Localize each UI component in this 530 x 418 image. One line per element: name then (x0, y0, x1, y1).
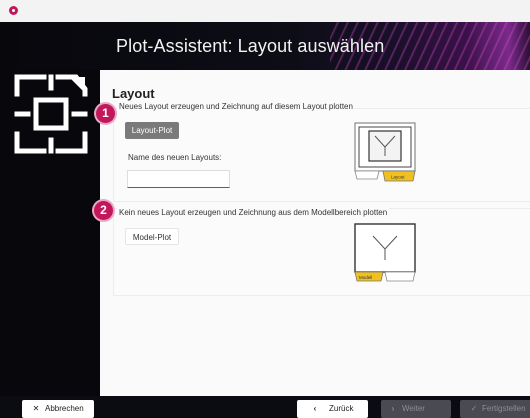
layout-frame-icon (14, 74, 88, 154)
chevron-left-icon: ‹ (313, 404, 317, 413)
close-icon: ✕ (32, 404, 40, 413)
model-space-group-legend: Kein neues Layout erzeugen und Zeichnung… (117, 208, 390, 217)
back-button-label: Zurück (329, 404, 354, 413)
app-logo-icon (9, 6, 18, 15)
next-button-label: Weiter (402, 404, 425, 413)
layout-preview-tab-label: Layout (391, 175, 405, 180)
new-layout-group-legend: Neues Layout erzeugen und Zeichnung auf … (117, 102, 355, 111)
layout-preview-image: Layout (354, 122, 416, 182)
back-button[interactable]: ‹ Zurück (297, 400, 368, 418)
model-plot-button[interactable]: Model-Plot (125, 228, 179, 245)
section-title: Layout (112, 86, 155, 101)
checkmark-icon: ✓ (470, 404, 478, 413)
model-preview-tab-label: Modell (359, 275, 372, 280)
new-layout-name-label: Name des neuen Layouts: (128, 153, 222, 162)
next-button[interactable]: › Weiter (381, 400, 451, 418)
page-title: Plot-Assistent: Layout auswählen (116, 36, 385, 56)
layout-plot-button[interactable]: Layout-Plot (125, 122, 179, 139)
finish-button[interactable]: ✓ Fertigstellen (460, 400, 530, 418)
chevron-right-icon: › (391, 404, 395, 413)
finish-button-label: Fertigstellen (482, 404, 526, 413)
new-layout-name-input[interactable] (127, 170, 230, 188)
step-badge-2: 2 (94, 201, 113, 220)
cancel-button[interactable]: ✕ Abbrechen (22, 400, 94, 418)
model-preview-image: Modell (354, 223, 416, 282)
step-badge-1: 1 (96, 104, 115, 123)
cancel-button-label: Abbrechen (45, 404, 84, 413)
model-space-group (113, 208, 530, 296)
window-titlebar (0, 0, 530, 23)
